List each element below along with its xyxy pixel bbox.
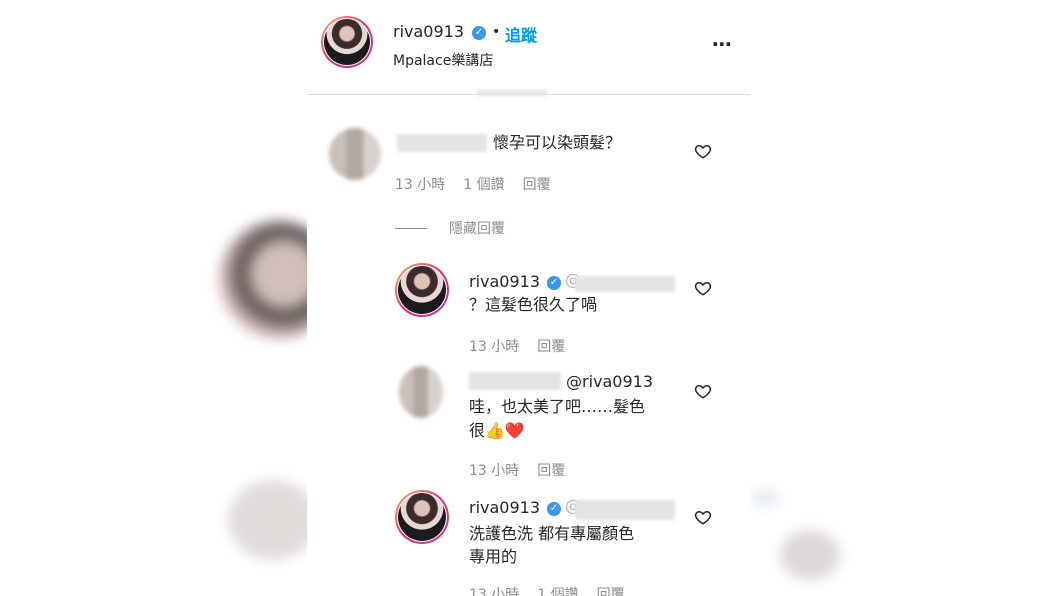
truncated-text: [477, 90, 547, 96]
reply-button[interactable]: 回覆: [537, 339, 565, 355]
reply-time: 13 小時: [469, 463, 520, 479]
reply-meta: 13 小時 1 個讚 回覆: [469, 584, 643, 596]
post-location[interactable]: Mpalace樂講店: [393, 50, 493, 70]
follow-button[interactable]: 追蹤: [505, 22, 537, 46]
commenter-avatar[interactable]: [329, 128, 381, 180]
reply-button[interactable]: 回覆: [537, 463, 565, 479]
reply-text-line2: 專用的: [469, 547, 518, 566]
post-author-username[interactable]: riva0913: [393, 22, 464, 41]
post-author-avatar[interactable]: [321, 16, 373, 68]
reply-author-avatar[interactable]: [399, 366, 443, 418]
background-blur: [228, 480, 318, 560]
verified-badge-icon: ✓: [547, 276, 561, 290]
comment-meta: 13 小時 1 個讚 回覆: [395, 174, 569, 194]
background-blur: [780, 530, 840, 580]
comment-text: 懷孕可以染頭髮？: [493, 133, 622, 152]
mention-link[interactable]: @riva0913: [566, 370, 653, 394]
reply-author-username[interactable]: [469, 372, 561, 390]
reply-time: 13 小時: [469, 587, 520, 596]
reply-likes[interactable]: 1 個讚: [537, 587, 578, 596]
background-blur: [750, 490, 780, 506]
reply-text-line1: 洗護色洗 都有專屬顏色: [469, 524, 635, 543]
reply-text: ？這髮色很久了喎: [469, 295, 598, 314]
reply-button[interactable]: 回覆: [523, 177, 551, 193]
reply-text-line2: 很👍❤️: [469, 421, 525, 440]
mentioned-username[interactable]: [575, 276, 675, 292]
hide-replies-line: [395, 228, 427, 229]
reply-time: 13 小時: [469, 339, 520, 355]
more-options-icon[interactable]: ⋯: [712, 32, 733, 56]
reply-button[interactable]: 回覆: [597, 587, 625, 596]
separator-dot: •: [492, 24, 501, 40]
hide-replies-button[interactable]: 隱藏回覆: [449, 218, 505, 238]
reply-author-avatar[interactable]: [395, 263, 449, 317]
verified-badge-icon: ✓: [472, 26, 486, 40]
comment-likes[interactable]: 1 個讚: [463, 177, 504, 193]
like-heart-icon[interactable]: [694, 279, 712, 297]
comment-time: 13 小時: [395, 177, 446, 193]
reply-author-avatar[interactable]: [395, 490, 449, 544]
like-heart-icon[interactable]: [694, 508, 712, 526]
reply-author-username[interactable]: riva0913: [469, 498, 540, 517]
reply-author-username[interactable]: riva0913: [469, 272, 540, 291]
mentioned-username[interactable]: [575, 500, 675, 520]
like-heart-icon[interactable]: [694, 382, 712, 400]
commenter-username[interactable]: [397, 134, 487, 152]
reply-meta: 13 小時 回覆: [469, 460, 583, 480]
post-comments-panel: riva0913 ✓ • 追蹤 Mpalace樂講店 ⋯ 懷孕可以染頭髮？ 13…: [307, 0, 750, 596]
reply-meta: 13 小時 回覆: [469, 336, 583, 356]
like-heart-icon[interactable]: [694, 142, 712, 160]
reply-text-line1: 哇，也太美了吧……髮色: [469, 397, 646, 416]
verified-badge-icon: ✓: [547, 502, 561, 516]
